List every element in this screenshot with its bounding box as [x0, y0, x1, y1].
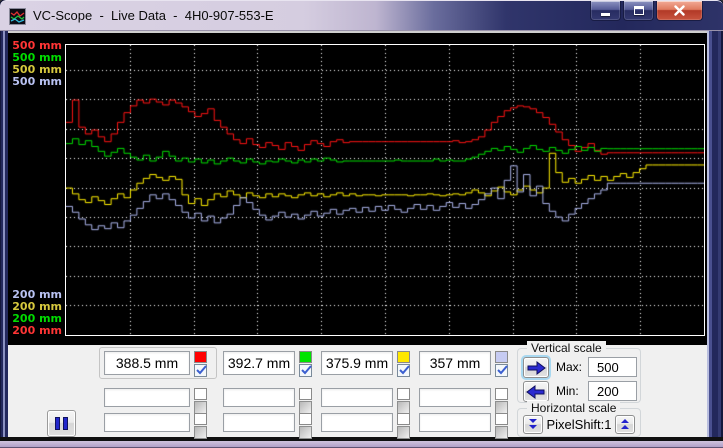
max-value-input[interactable]	[588, 357, 637, 377]
measurement-cell: 392.7 mm	[223, 351, 312, 377]
close-button[interactable]	[656, 1, 703, 21]
measurement-value-field[interactable]: 388.5 mm	[104, 351, 190, 375]
right-arrow-icon	[526, 361, 546, 375]
trace-enable-checkbox[interactable]	[495, 364, 508, 377]
scope-plot	[66, 45, 704, 335]
measurement-value-field[interactable]: 375.9 mm	[321, 351, 393, 375]
trace-color-swatch	[194, 351, 207, 363]
trace-enable-checkbox[interactable]	[194, 364, 207, 377]
trace-color-swatch	[194, 388, 207, 400]
trace-color-swatch	[397, 351, 410, 363]
pixelshift-value: PixelShift:1	[546, 417, 612, 432]
measurement-value-field[interactable]	[223, 413, 295, 432]
trace-enable-checkbox[interactable]	[299, 426, 312, 439]
measurement-value-field[interactable]	[321, 388, 393, 407]
scale-max-apply-button[interactable]	[523, 357, 549, 378]
measurement-cell	[321, 388, 410, 414]
measurement-value-field[interactable]: 357 mm	[419, 351, 491, 375]
vertical-scale-title: Vertical scale	[527, 341, 606, 355]
measurement-value-field[interactable]: 392.7 mm	[223, 351, 295, 375]
window-title: VC-Scope - Live Data - 4H0-907-553-E	[33, 1, 274, 31]
maximize-button[interactable]	[623, 1, 654, 21]
horizontal-scale-group: Horizontal scale PixelShift:1	[517, 408, 641, 437]
min-value-input[interactable]	[588, 381, 637, 401]
double-up-arrow-icon	[620, 418, 630, 431]
window-border-left	[0, 31, 8, 441]
vc-scope-window: VC-Scope - Live Data - 4H0-907-553-E 500…	[0, 0, 723, 448]
measurement-cell	[419, 388, 508, 414]
measurement-cell	[223, 388, 312, 414]
axis-label: 500 mm	[8, 76, 62, 88]
min-label: Min:	[556, 384, 579, 398]
controls-panel: 388.5 mm 392.7 mm 375.9 mm 357 mm	[8, 345, 707, 437]
measurement-cell	[419, 413, 508, 439]
maximize-icon	[634, 6, 644, 15]
trace-color-swatch	[299, 351, 312, 363]
window-border-right	[707, 31, 723, 441]
app-icon	[9, 8, 26, 25]
trace-color-swatch	[194, 413, 207, 425]
measurement-value-field[interactable]	[104, 413, 190, 432]
scale-min-apply-button[interactable]	[523, 381, 549, 402]
pause-button[interactable]	[47, 410, 76, 437]
measurement-cell	[104, 413, 207, 439]
scope-display: 500 mm 500 mm 500 mm 500 mm 200 mm 200 m…	[8, 31, 707, 345]
trace-enable-checkbox[interactable]	[194, 426, 207, 439]
trace-enable-checkbox[interactable]	[397, 364, 410, 377]
measurement-cell	[321, 413, 410, 439]
titlebar[interactable]: VC-Scope - Live Data - 4H0-907-553-E	[0, 0, 723, 31]
vertical-scale-group: Vertical scale Max: Min:	[517, 348, 641, 403]
trace-color-swatch	[397, 413, 410, 425]
y-axis-min-labels: 200 mm 200 mm 200 mm 200 mm	[8, 289, 62, 337]
trace-color-swatch	[495, 351, 508, 363]
measurement-value-field[interactable]	[223, 388, 295, 407]
y-axis-max-labels: 500 mm 500 mm 500 mm 500 mm	[8, 40, 62, 88]
trace-color-swatch	[495, 388, 508, 400]
measurement-value-field[interactable]	[104, 388, 190, 407]
measurement-cell: 357 mm	[419, 351, 508, 377]
pixelshift-increase-button[interactable]	[615, 415, 635, 434]
pause-icon	[55, 417, 68, 430]
measurement-cell	[104, 388, 207, 414]
max-label: Max:	[556, 360, 582, 374]
minimize-button[interactable]	[590, 1, 621, 21]
measurement-value-field[interactable]	[321, 413, 393, 432]
left-arrow-icon	[526, 385, 546, 399]
close-icon	[674, 5, 685, 16]
measurement-cell: 375.9 mm	[321, 351, 410, 377]
horizontal-scale-title: Horizontal scale	[527, 401, 620, 415]
measurement-value-field[interactable]	[419, 413, 491, 432]
axis-label: 200 mm	[8, 325, 62, 337]
window-controls	[590, 1, 703, 21]
minimize-icon	[601, 13, 610, 16]
trace-color-swatch	[495, 413, 508, 425]
window-border-bottom	[0, 441, 723, 448]
trace-enable-checkbox[interactable]	[397, 426, 410, 439]
trace-enable-checkbox[interactable]	[495, 426, 508, 439]
trace-color-swatch	[299, 388, 312, 400]
double-down-arrow-icon	[528, 418, 538, 431]
trace-color-swatch	[397, 388, 410, 400]
measurement-cell	[223, 413, 312, 439]
trace-color-swatch	[299, 413, 312, 425]
scope-plot-frame	[65, 44, 705, 336]
trace-enable-checkbox[interactable]	[299, 364, 312, 377]
measurement-cell: 388.5 mm	[104, 351, 207, 377]
pixelshift-decrease-button[interactable]	[523, 415, 543, 434]
measurement-value-field[interactable]	[419, 388, 491, 407]
